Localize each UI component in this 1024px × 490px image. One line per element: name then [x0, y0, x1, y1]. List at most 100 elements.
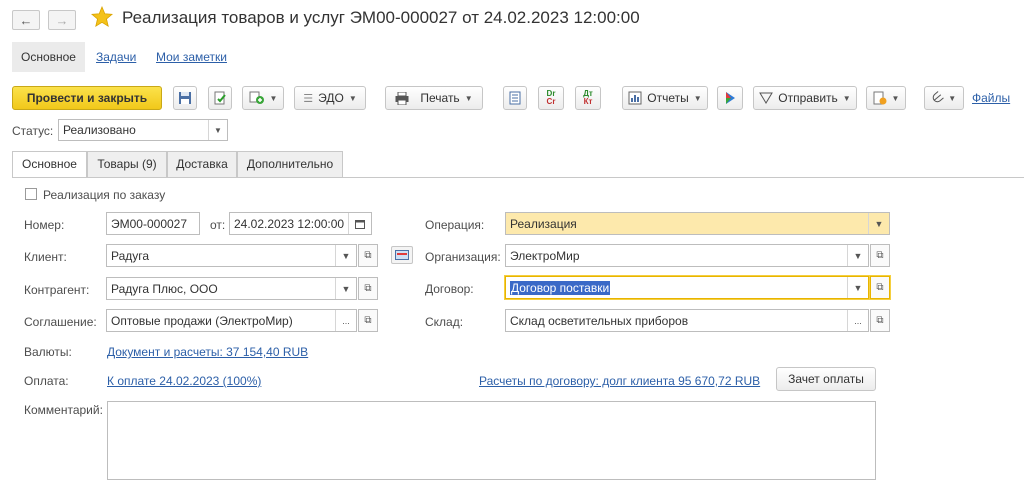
contract-field[interactable]: Договор поставки ▼ [505, 276, 869, 299]
post-document-icon [214, 91, 226, 105]
offset-payment-button[interactable]: Зачет оплаты [776, 367, 876, 391]
warehouse-value: Склад осветительных приборов [510, 314, 689, 328]
post-and-close-button[interactable]: Провести и закрыть [12, 86, 162, 110]
date-value: 24.02.2023 12:00:00 [234, 217, 345, 231]
warehouse-label: Склад: [425, 315, 464, 329]
status-label: Статус: [12, 124, 54, 138]
status-value: Реализовано [63, 123, 136, 137]
operation-value: Реализация [510, 217, 577, 231]
chevron-down-icon: ▼ [891, 93, 900, 103]
warehouse-open-icon[interactable]: ⧉ [870, 309, 890, 332]
chevron-down-icon[interactable]: ▼ [208, 120, 227, 140]
create-based-on-button[interactable]: ▼ [242, 86, 284, 110]
arrow-left-icon: ← [19, 12, 33, 28]
number-value: ЭМ00-000027 [111, 217, 188, 231]
related-documents-button[interactable] [503, 86, 527, 110]
window-title: Реализация товаров и услуг ЭМ00-000027 о… [122, 8, 640, 27]
files-link[interactable]: Файлы [972, 91, 1010, 105]
tab-delivery[interactable]: Доставка [167, 151, 237, 177]
chevron-down-icon[interactable]: ▼ [335, 245, 356, 266]
send-button[interactable]: Отправить ▼ [753, 86, 857, 110]
comment-textarea[interactable] [107, 401, 876, 480]
run-service-button[interactable] [717, 86, 743, 110]
paperclip-button[interactable]: ∈ ▼ [924, 86, 964, 110]
client-field[interactable]: Радуга ▼ [106, 244, 357, 267]
dr-cr-button[interactable]: Dr Cr [538, 86, 564, 110]
edo-icon: ☰ [303, 92, 314, 105]
edo-button[interactable]: ☰ ЭДО ▼ [294, 86, 366, 110]
organization-open-icon[interactable]: ⧉ [870, 244, 890, 267]
agreement-value: Оптовые продажи (ЭлектроМир) [111, 314, 293, 328]
edo-label: ЭДО [318, 91, 344, 105]
counterparty-label: Контрагент: [24, 283, 90, 297]
tab-additional[interactable]: Дополнительно [237, 151, 343, 177]
settlements-link[interactable]: Расчеты по договору: долг клиента 95 670… [479, 374, 760, 388]
number-field[interactable]: ЭМ00-000027 [106, 212, 200, 235]
by-order-checkbox[interactable] [25, 188, 37, 200]
send-label: Отправить [778, 91, 838, 105]
dt-kt-icon: Дт Кт [583, 89, 593, 106]
operation-label: Операция: [425, 218, 485, 232]
operation-field[interactable]: Реализация ▼ [505, 212, 890, 235]
date-field[interactable]: 24.02.2023 12:00:00 [229, 212, 372, 235]
calendar-icon[interactable] [348, 213, 371, 234]
reports-button[interactable]: Отчеты ▼ [622, 86, 708, 110]
comment-label: Комментарий: [24, 403, 103, 417]
client-card-button[interactable] [391, 246, 413, 264]
payment-label: Оплата: [24, 374, 69, 388]
favorite-star-icon[interactable] [90, 5, 114, 28]
forward-button[interactable]: → [48, 10, 76, 30]
printer-icon [395, 91, 409, 105]
panel-tab-main[interactable]: Основное [12, 42, 85, 72]
contract-label: Договор: [425, 282, 474, 296]
chevron-down-icon[interactable]: ▼ [868, 213, 889, 234]
contract-open-icon[interactable]: ⧉ [870, 276, 890, 299]
panel-tab-tasks[interactable]: Задачи [96, 42, 136, 72]
by-order-label: Реализация по заказу [43, 188, 166, 202]
arrow-right-icon: → [55, 12, 69, 28]
agreement-field[interactable]: Оптовые продажи (ЭлектроМир) ... [106, 309, 357, 332]
currency-link[interactable]: Документ и расчеты: 37 154,40 RUB [107, 345, 308, 359]
panel-tab-notes[interactable]: Мои заметки [156, 42, 227, 72]
post-button[interactable] [208, 86, 232, 110]
chevron-down-icon: ▼ [948, 93, 957, 103]
chevron-down-icon[interactable]: ▼ [335, 278, 356, 299]
send-icon [759, 92, 774, 104]
card-icon [395, 250, 409, 260]
status-select[interactable]: Реализовано ▼ [58, 119, 228, 141]
chevron-down-icon: ▼ [348, 93, 357, 103]
attachments-button[interactable]: ▼ [866, 86, 906, 110]
post-and-close-label: Провести и закрыть [26, 91, 148, 105]
ellipsis-icon[interactable]: ... [847, 310, 868, 331]
save-button[interactable] [173, 86, 197, 110]
play-service-icon [726, 92, 735, 104]
client-open-icon[interactable]: ⧉ [358, 244, 378, 267]
offset-payment-label: Зачет оплаты [788, 372, 864, 386]
ellipsis-icon[interactable]: ... [335, 310, 356, 331]
back-button[interactable]: ← [12, 10, 40, 30]
chevron-down-icon: ▼ [842, 93, 851, 103]
organization-field[interactable]: ЭлектроМир ▼ [505, 244, 869, 267]
reports-label: Отчеты [647, 91, 689, 105]
chevron-down-icon[interactable]: ▼ [847, 277, 868, 298]
counterparty-field[interactable]: Радуга Плюс, ООО ▼ [106, 277, 357, 300]
organization-label: Организация: [425, 250, 501, 264]
number-label: Номер: [24, 218, 65, 232]
contract-value: Договор поставки [510, 281, 611, 295]
tab-main[interactable]: Основное [12, 151, 87, 178]
date-from-label: от: [210, 218, 226, 232]
print-button[interactable]: Печать ▼ [385, 86, 483, 110]
paperclip-icon: ∈ [928, 88, 947, 108]
tabs-divider [12, 177, 1024, 178]
agreement-label: Соглашение: [24, 315, 97, 329]
chevron-down-icon: ▼ [269, 93, 278, 103]
payment-link[interactable]: К оплате 24.02.2023 (100%) [107, 374, 261, 388]
counterparty-open-icon[interactable]: ⧉ [358, 277, 378, 300]
organization-value: ЭлектроМир [510, 249, 580, 263]
agreement-open-icon[interactable]: ⧉ [358, 309, 378, 332]
save-icon [179, 92, 191, 104]
warehouse-field[interactable]: Склад осветительных приборов ... [505, 309, 869, 332]
chevron-down-icon[interactable]: ▼ [847, 245, 868, 266]
dt-kt-button[interactable]: Дт Кт [575, 86, 601, 110]
tab-goods[interactable]: Товары (9) [87, 151, 167, 177]
